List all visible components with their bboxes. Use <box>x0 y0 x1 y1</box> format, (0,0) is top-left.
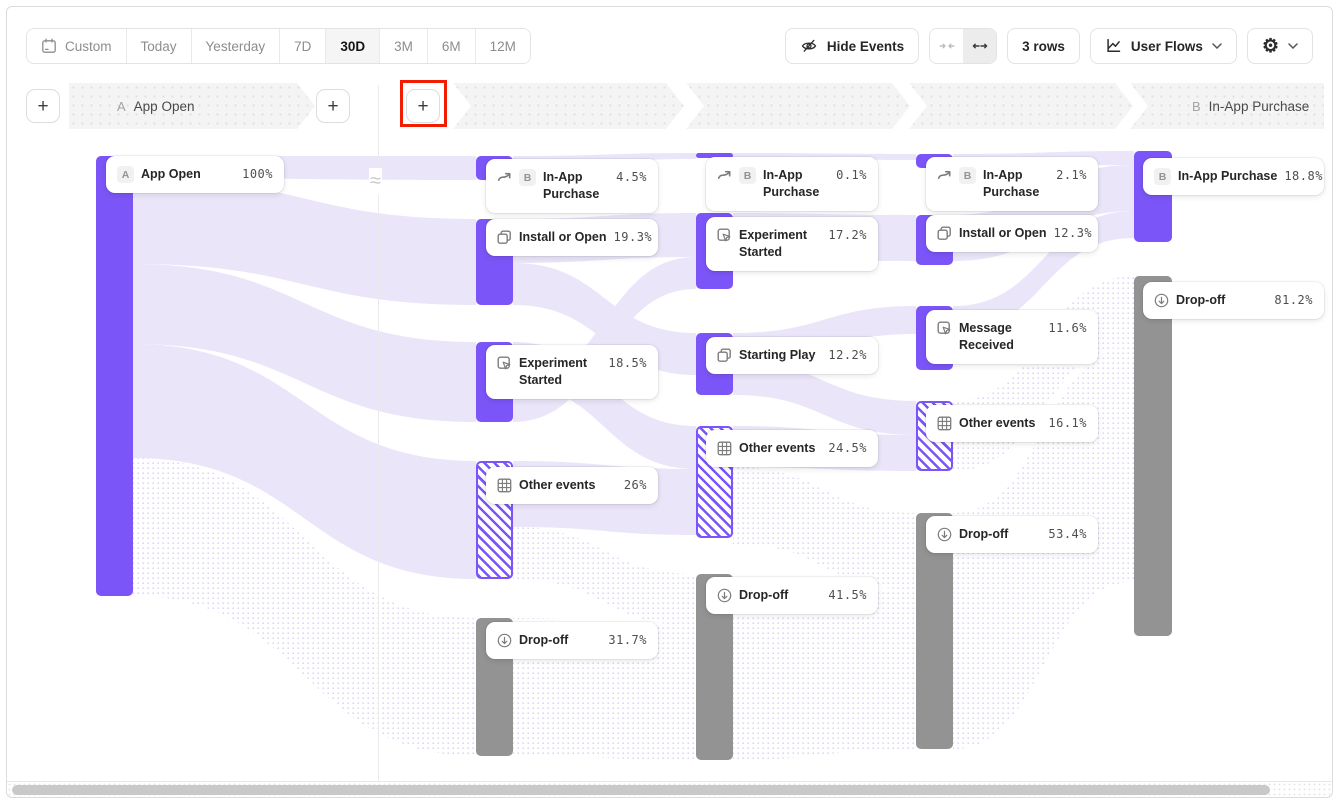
node-label: Other events <box>739 440 821 457</box>
node-card-other-events[interactable]: Other events 16.1% <box>926 405 1098 442</box>
node-value: 2.1% <box>1056 167 1087 182</box>
dropoff-icon <box>1154 293 1169 308</box>
node-value: 24.5% <box>828 440 867 455</box>
node-label: In-App Purchase <box>543 169 609 203</box>
node-value: 53.4% <box>1048 526 1087 541</box>
node-label: Experiment Started <box>739 227 821 261</box>
node-value: 41.5% <box>828 587 867 602</box>
node-card-other-events[interactable]: Other events 26% <box>486 467 658 504</box>
overlap-icon <box>717 348 732 363</box>
grid-icon <box>497 478 512 493</box>
click-icon <box>497 356 512 371</box>
node-label: Drop-off <box>739 587 821 604</box>
sankey-bar-app-open[interactable] <box>96 156 133 596</box>
overlap-icon <box>497 230 512 245</box>
node-card-in-app-purchase[interactable]: B In-App Purchase 2.1% <box>926 157 1098 211</box>
node-card-starting-play[interactable]: Starting Play 12.2% <box>706 337 878 374</box>
grid-icon <box>717 441 732 456</box>
step-badge: B <box>519 169 536 186</box>
node-card-install-or-open[interactable]: Install or Open 12.3% <box>926 215 1098 252</box>
node-card-message-received[interactable]: Message Received 11.6% <box>926 310 1098 364</box>
node-value: 26% <box>624 477 647 492</box>
node-label: In-App Purchase <box>763 167 829 201</box>
node-card-drop-off[interactable]: Drop-off 53.4% <box>926 516 1098 553</box>
node-value: 0.1% <box>836 167 867 182</box>
node-label: Drop-off <box>1176 292 1267 309</box>
trend-icon <box>717 168 732 183</box>
node-value: 31.7% <box>608 632 647 647</box>
node-value: 81.2% <box>1274 292 1313 307</box>
node-card-drop-off[interactable]: Drop-off 41.5% <box>706 577 878 614</box>
step-badge: B <box>739 167 756 184</box>
approx-symbol: ≈ <box>369 168 382 195</box>
node-card-install-or-open[interactable]: Install or Open 19.3% <box>486 219 658 256</box>
node-label: In-App Purchase <box>1178 168 1277 185</box>
scrollbar-thumb[interactable] <box>12 785 1270 795</box>
node-label: Starting Play <box>739 347 821 364</box>
node-label: Other events <box>959 415 1041 432</box>
overlap-icon <box>937 226 952 241</box>
node-card-drop-off[interactable]: Drop-off 31.7% <box>486 622 658 659</box>
node-value: 17.2% <box>828 227 867 242</box>
node-value: 12.3% <box>1054 225 1093 240</box>
node-card-other-events[interactable]: Other events 24.5% <box>706 430 878 467</box>
node-label: App Open <box>141 166 235 183</box>
dropoff-icon <box>717 588 732 603</box>
node-card-app-open[interactable]: A App Open 100% <box>106 156 284 193</box>
app-window: Custom Today Yesterday 7D 30D 3M 6M 12M … <box>6 6 1333 798</box>
node-card-in-app-purchase[interactable]: B In-App Purchase 18.8% <box>1143 158 1324 195</box>
node-label: Message Received <box>959 320 1041 354</box>
grid-icon <box>937 416 952 431</box>
node-card-drop-off[interactable]: Drop-off 81.2% <box>1143 282 1324 319</box>
node-value: 18.8% <box>1284 168 1323 183</box>
node-label: Other events <box>519 477 617 494</box>
node-value: 4.5% <box>616 169 647 184</box>
node-value: 11.6% <box>1048 320 1087 335</box>
node-card-in-app-purchase[interactable]: B In-App Purchase 0.1% <box>706 157 878 211</box>
flow-ribbon <box>733 467 916 590</box>
node-card-experiment-started[interactable]: Experiment Started 18.5% <box>486 345 658 399</box>
node-value: 12.2% <box>828 347 867 362</box>
click-icon <box>717 228 732 243</box>
node-value: 100% <box>242 166 273 181</box>
node-label: Install or Open <box>519 229 607 246</box>
flow-ribbon <box>513 527 696 626</box>
node-value: 19.3% <box>614 229 653 244</box>
node-label: Install or Open <box>959 225 1047 242</box>
step-badge: A <box>117 166 134 183</box>
node-label: In-App Purchase <box>983 167 1049 201</box>
step-badge: B <box>959 167 976 184</box>
node-card-experiment-started[interactable]: Experiment Started 17.2% <box>706 217 878 271</box>
trend-icon <box>937 168 952 183</box>
horizontal-scrollbar[interactable] <box>7 781 1332 797</box>
node-label: Drop-off <box>959 526 1041 543</box>
node-label: Experiment Started <box>519 355 601 389</box>
dropoff-icon <box>497 633 512 648</box>
click-icon <box>937 321 952 336</box>
dropoff-icon <box>937 527 952 542</box>
trend-icon <box>497 170 512 185</box>
node-card-in-app-purchase[interactable]: B In-App Purchase 4.5% <box>486 159 658 213</box>
node-value: 18.5% <box>608 355 647 370</box>
node-value: 16.1% <box>1048 415 1087 430</box>
step-badge: B <box>1154 168 1171 185</box>
node-label: Drop-off <box>519 632 601 649</box>
annotation-highlight <box>400 80 447 127</box>
sankey-bar-drop-off[interactable] <box>1134 276 1172 636</box>
